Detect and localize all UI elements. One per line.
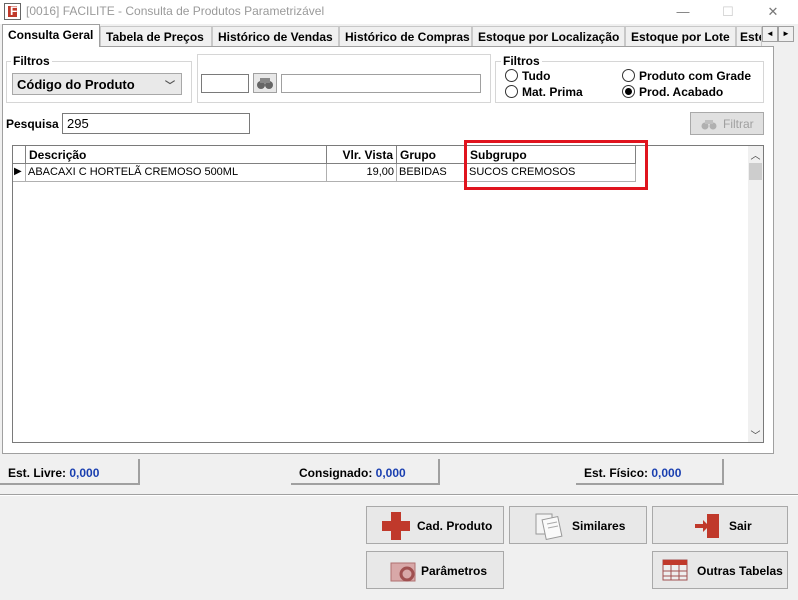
filter-field-value: Código do Produto: [17, 77, 135, 92]
cell-descricao[interactable]: ABACAXI C HORTELÃ CREMOSO 500ML: [26, 164, 327, 182]
scroll-down-arrow-icon[interactable]: ﹀: [749, 427, 762, 442]
tab-scroll-left-button[interactable]: ◄: [762, 26, 778, 42]
search-input[interactable]: 295: [62, 113, 250, 134]
close-button[interactable]: ✕: [750, 0, 796, 24]
est-fisico-status: Est. Físico: 0,000: [576, 459, 724, 485]
cad-produto-button[interactable]: Cad. Produto: [366, 506, 504, 544]
subgrupo-highlight-box: [464, 140, 648, 190]
est-livre-label: Est. Livre:: [8, 466, 67, 480]
outras-tabelas-button[interactable]: Outras Tabelas: [652, 551, 788, 589]
table-icon: [662, 559, 688, 581]
bottom-separator: [0, 494, 798, 496]
app-logo-icon: [4, 3, 21, 20]
binoculars-search-button[interactable]: [253, 73, 277, 93]
maximize-button[interactable]: ☐: [705, 0, 751, 24]
tab-tabela-de-precos[interactable]: Tabela de Preços: [100, 26, 212, 46]
filter-description-input[interactable]: [281, 74, 481, 93]
similares-button[interactable]: Similares: [509, 506, 647, 544]
column-header-descricao[interactable]: Descrição: [26, 146, 327, 164]
tab-estoque-truncated[interactable]: Este: [736, 26, 762, 46]
grid-vertical-scrollbar[interactable]: [748, 146, 763, 442]
cell-grupo[interactable]: BEBIDAS: [397, 164, 467, 182]
tab-consulta-geral[interactable]: Consulta Geral: [2, 24, 100, 47]
sair-button[interactable]: Sair: [652, 506, 788, 544]
tab-scroll-right-button[interactable]: ►: [778, 26, 794, 42]
search-label: Pesquisa: [6, 117, 59, 131]
sair-label: Sair: [729, 519, 752, 533]
filter-field-select[interactable]: Código do Produto ﹀: [12, 73, 182, 95]
filtrar-button[interactable]: Filtrar: [690, 112, 764, 135]
binoculars-icon: [257, 78, 273, 89]
consignado-value: 0,000: [375, 466, 406, 480]
est-fisico-label: Est. Físico:: [584, 466, 649, 480]
consignado-label: Consignado:: [299, 466, 373, 480]
similares-label: Similares: [572, 519, 626, 533]
filter-value-input[interactable]: [201, 74, 249, 93]
filters-left-label: Filtros: [11, 54, 52, 68]
column-header-vlr-vista[interactable]: Vlr. Vista: [327, 146, 397, 164]
row-indicator-icon: ▶: [13, 164, 26, 182]
consignado-status: Consignado: 0,000: [291, 459, 440, 485]
column-header-grupo[interactable]: Grupo: [397, 146, 467, 164]
window-title: [0016] FACILITE - Consulta de Produtos P…: [26, 4, 325, 18]
tab-historico-de-compras[interactable]: Histórico de Compras: [339, 26, 472, 46]
radio-prod-acabado[interactable]: Prod. Acabado: [622, 85, 723, 99]
scroll-up-arrow-icon[interactable]: ︿: [749, 147, 762, 162]
binoculars-icon: [701, 120, 717, 130]
radio-mat-prima[interactable]: Mat. Prima: [505, 85, 583, 99]
scroll-thumb[interactable]: [749, 163, 762, 180]
plus-icon: [382, 512, 410, 540]
radio-tudo[interactable]: Tudo: [505, 69, 550, 83]
filters-right-label: Filtros: [501, 54, 542, 68]
est-fisico-value: 0,000: [651, 466, 682, 480]
tab-estoque-por-lote[interactable]: Estoque por Lote: [625, 26, 736, 46]
parametros-label: Parâmetros: [421, 564, 488, 578]
grid-indicator-header: [13, 146, 26, 164]
exit-door-icon: [695, 514, 719, 538]
cell-vlr-vista[interactable]: 19,00: [327, 164, 397, 182]
tab-estoque-por-localizacao[interactable]: Estoque por Localização: [472, 26, 625, 46]
tab-historico-de-vendas[interactable]: Histórico de Vendas: [212, 26, 339, 46]
outras-tabelas-label: Outras Tabelas: [697, 564, 783, 578]
gear-folder-icon: [390, 562, 416, 582]
minimize-button[interactable]: —: [660, 0, 706, 24]
filtrar-label: Filtrar: [723, 117, 754, 131]
cad-produto-label: Cad. Produto: [417, 519, 493, 533]
chevron-down-icon: ﹀: [165, 81, 175, 92]
est-livre-status: Est. Livre: 0,000: [0, 459, 140, 485]
products-grid[interactable]: [12, 145, 764, 443]
est-livre-value: 0,000: [69, 466, 100, 480]
parametros-button[interactable]: Parâmetros: [366, 551, 504, 589]
radio-produto-com-grade[interactable]: Produto com Grade: [622, 69, 751, 83]
documents-icon: [535, 513, 563, 540]
